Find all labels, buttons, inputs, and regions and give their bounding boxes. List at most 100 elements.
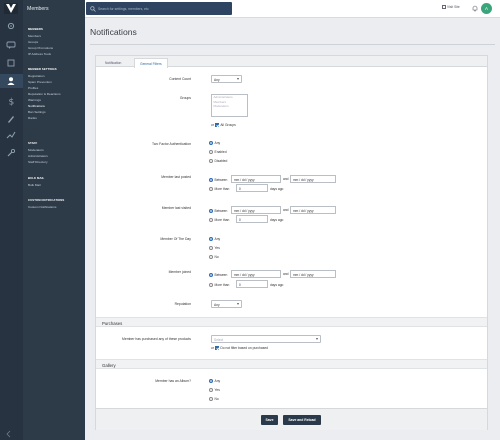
tab-notification[interactable]: Notification (100, 58, 126, 67)
last-visited-start-date[interactable]: mm / dd / yyyy (231, 206, 281, 214)
visit-site-link[interactable]: Visit Site (442, 5, 460, 10)
radio-icon[interactable] (209, 218, 213, 223)
radio-icon[interactable] (209, 246, 213, 251)
member-of-day-any[interactable]: Any (209, 237, 220, 242)
member-of-day-yes[interactable]: Yes (209, 246, 220, 251)
menu-heading-custom-notifications: CUSTOM NOTIFICATIONS (28, 198, 65, 202)
last-posted-between[interactable]: Between (209, 178, 228, 183)
reputation-select[interactable]: Any (211, 300, 242, 308)
bell-icon[interactable] (471, 4, 479, 12)
no-filter-option[interactable]: or Do not filter based on purchased (211, 346, 268, 351)
last-visited-between[interactable]: Between (209, 209, 227, 214)
two-factor-enabled[interactable]: Enabled (209, 150, 227, 155)
radio-icon[interactable] (209, 150, 213, 155)
two-factor-any[interactable]: Any (209, 141, 221, 146)
menu-item-notifications[interactable]: Notifications (28, 104, 45, 108)
menu-item-spam-prevention[interactable]: Spam Prevention (28, 80, 52, 84)
search-input[interactable] (98, 4, 228, 13)
visit-site-label: Visit Site (447, 5, 460, 9)
all-groups-option[interactable]: or All Groups (211, 123, 236, 128)
menu-item-ranks[interactable]: Ranks (28, 116, 37, 120)
last-visited-days-input[interactable]: 0 (236, 215, 268, 223)
album-yes[interactable]: Yes (209, 388, 220, 393)
radio-icon[interactable] (209, 159, 213, 164)
member-joined-label: Member joined (168, 270, 191, 274)
last-visited-label: Member last visited (161, 206, 191, 210)
search-box[interactable] (86, 2, 232, 15)
tab-general-filters[interactable]: General Filters (134, 58, 168, 68)
radio-icon[interactable] (209, 283, 213, 288)
last-visited-more-than[interactable]: More than (209, 218, 229, 223)
icon-bar: $ (0, 0, 23, 440)
radio-icon[interactable] (209, 255, 213, 260)
two-factor-disabled[interactable]: Disabled (209, 159, 227, 164)
radio-icon[interactable] (209, 178, 213, 183)
days-ago-text: days ago (270, 283, 284, 287)
option-label: Any (214, 141, 221, 145)
member-joined-end-date[interactable]: mm / dd / yyyy (290, 270, 336, 278)
logo[interactable] (4, 3, 18, 14)
radio-icon[interactable] (209, 141, 213, 146)
stats-icon[interactable] (6, 130, 16, 140)
wrench-icon[interactable] (6, 148, 16, 158)
group-option[interactable]: Moderators (212, 104, 247, 108)
puzzle-icon[interactable] (6, 58, 16, 68)
chat-icon[interactable] (6, 40, 16, 50)
app-title: Members (27, 6, 49, 12)
all-groups-checkbox[interactable] (214, 123, 219, 128)
menu-item-group-promotions[interactable]: Group Promotions (28, 46, 53, 50)
radio-icon[interactable] (209, 388, 213, 393)
avatar[interactable]: A (481, 3, 492, 14)
menu-item-registration[interactable]: Registration (28, 74, 45, 78)
menu-item-custom-notifications[interactable]: Custom Notifications (28, 205, 56, 209)
no-filter-checkbox[interactable] (214, 346, 219, 351)
members-icon[interactable] (0, 74, 23, 88)
radio-icon[interactable] (209, 379, 213, 384)
option-label: Yes (214, 246, 220, 250)
groups-listbox[interactable]: Administrators Members Moderators (211, 94, 248, 117)
content-count-select[interactable]: Any (211, 75, 242, 83)
menu-item-members[interactable]: Members (28, 34, 41, 38)
menu-item-ban-settings[interactable]: Ban Settings (28, 110, 46, 114)
and-text: and (283, 177, 289, 181)
member-of-day-no[interactable]: No (209, 255, 219, 260)
radio-icon[interactable] (209, 187, 213, 192)
dollar-icon[interactable]: $ (6, 96, 16, 107)
save-and-reload-button[interactable]: Save and Reload (283, 415, 321, 425)
save-button[interactable]: Save (261, 415, 278, 425)
collapse-icon[interactable] (5, 430, 13, 438)
member-joined-more-than[interactable]: More than (209, 283, 229, 288)
all-groups-label: All Groups (220, 123, 236, 127)
chevron-down-icon (237, 303, 239, 305)
menu-item-moderators[interactable]: Moderators (28, 148, 44, 152)
option-label: Between (214, 178, 228, 182)
radio-icon[interactable] (209, 209, 213, 214)
member-joined-days-input[interactable]: 0 (236, 280, 268, 288)
menu-item-reputation[interactable]: Reputation & Reactions (28, 92, 61, 96)
menu-item-staff-directory[interactable]: Staff Directory (28, 160, 48, 164)
radio-icon[interactable] (209, 397, 213, 402)
album-any[interactable]: Any (209, 379, 220, 384)
last-visited-end-date[interactable]: mm / dd / yyyy (290, 206, 336, 214)
last-posted-days-input[interactable]: 0 (236, 184, 268, 192)
last-posted-more-than[interactable]: More than (209, 187, 229, 192)
products-select[interactable]: Select (211, 335, 321, 343)
menu-item-ip-tools[interactable]: IP Address Tools (28, 52, 51, 56)
last-posted-end-date[interactable]: mm / dd / yyyy (290, 175, 336, 183)
member-joined-start-date[interactable]: mm / dd / yyyy (231, 270, 281, 278)
or-text: or (211, 123, 214, 127)
menu-item-warnings[interactable]: Warnings (28, 98, 41, 102)
purchases-heading: Purchases (96, 317, 487, 327)
menu-item-bulk-mail[interactable]: Bulk Mail (28, 183, 41, 187)
option-label: No (214, 255, 219, 259)
album-no[interactable]: No (209, 397, 219, 402)
brush-icon[interactable] (6, 114, 16, 124)
menu-item-groups[interactable]: Groups (28, 40, 38, 44)
member-joined-between[interactable]: Between (209, 273, 227, 278)
radio-icon[interactable] (209, 237, 213, 242)
last-posted-start-date[interactable]: mm / dd / yyyy (231, 175, 281, 183)
gears-icon[interactable] (6, 21, 16, 31)
menu-item-administrators[interactable]: Administrators (28, 154, 48, 158)
radio-icon[interactable] (209, 273, 213, 278)
menu-item-profiles[interactable]: Profiles (28, 86, 38, 90)
